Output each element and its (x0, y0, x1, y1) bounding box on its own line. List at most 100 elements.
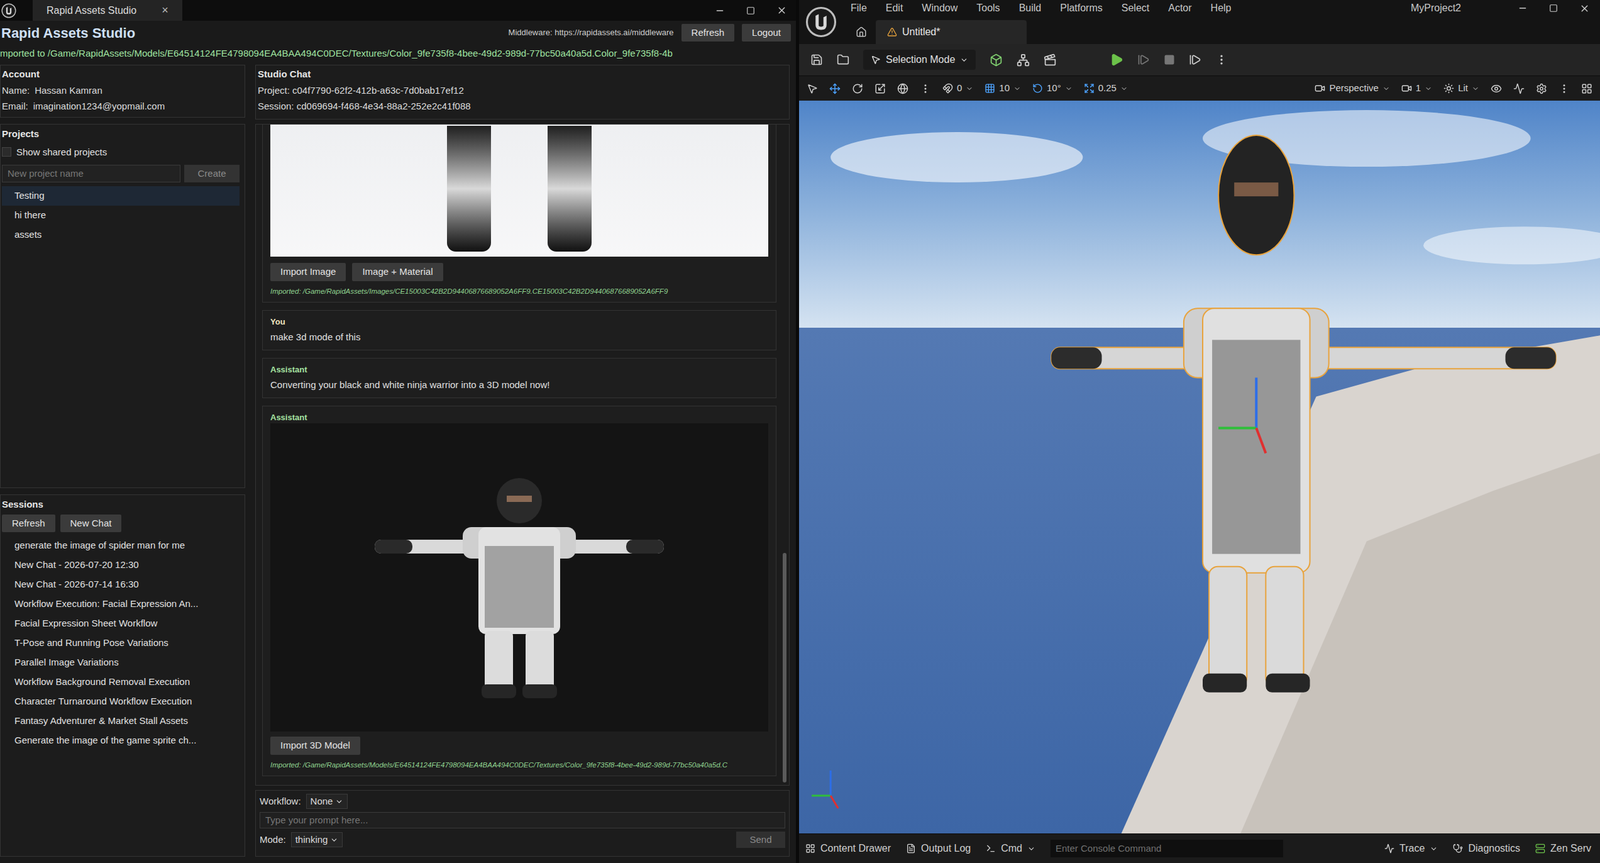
cinematics-icon[interactable] (1043, 53, 1057, 67)
unreal-editor-window: File Edit Window Tools Build Platforms Select A… (795, 0, 1600, 863)
session-item[interactable]: Fantasy Adventurer & Market Stall Assets (1, 711, 244, 731)
session-item[interactable]: generate the image of spider man for me (1, 535, 244, 556)
session-item[interactable]: Workflow Execution: Facial Expression An… (1, 594, 244, 614)
content-drawer-button[interactable]: Content Drawer (805, 840, 891, 856)
home-icon[interactable] (855, 26, 867, 38)
window-tab[interactable]: Rapid Assets Studio× (32, 0, 183, 21)
menu-item[interactable]: Actor (1168, 0, 1192, 16)
menu-item[interactable]: Build (1019, 0, 1042, 16)
project-item[interactable]: assets (1, 225, 240, 245)
new-project-input[interactable]: New project name (1, 164, 181, 183)
chat-scrollbar[interactable] (782, 126, 787, 783)
session-button[interactable]: Refresh (1, 514, 56, 533)
camera-speed[interactable]: 1 (1401, 81, 1433, 96)
session-item[interactable]: Facial Expression Sheet Workflow (1, 613, 244, 634)
menu-item[interactable]: Tools (976, 0, 1000, 16)
ninja-model-icon (355, 451, 683, 703)
trace-dropdown[interactable]: Trace (1384, 840, 1438, 856)
chevron-down-icon (330, 835, 339, 844)
selection-mode-dropdown[interactable]: Selection Mode (863, 49, 976, 70)
zen-server-button[interactable]: Zen Serv (1535, 840, 1594, 856)
project-item[interactable]: Testing (1, 186, 240, 206)
session-item[interactable]: Generate the image of the game sprite ch… (1, 730, 244, 751)
show-icon[interactable] (1490, 82, 1502, 95)
maximize-icon[interactable] (1549, 3, 1558, 13)
grid-snap[interactable]: 10 (984, 81, 1021, 96)
blueprint-icon[interactable] (1016, 53, 1030, 67)
session-item[interactable]: Parallel Image Variations (1, 652, 244, 673)
model-preview (270, 423, 769, 732)
world-space-icon[interactable] (897, 82, 909, 95)
save-icon[interactable] (810, 53, 823, 67)
close-icon[interactable] (776, 5, 788, 16)
project-name: MyProject2 (1410, 0, 1462, 16)
close-icon[interactable] (1579, 3, 1590, 14)
send-button[interactable]: Send (736, 831, 786, 848)
menu-item[interactable]: Select (1121, 0, 1150, 16)
move-tool-icon[interactable] (829, 82, 841, 95)
menu-item[interactable]: Edit (885, 0, 904, 16)
sidebar: AccountName:Hassan KamranEmail:imaginati… (0, 64, 246, 857)
menu-item[interactable]: Help (1210, 0, 1232, 16)
stop-icon[interactable] (1163, 54, 1176, 66)
session-item[interactable]: New Chat - 2026-07-14 16:30 (1, 574, 244, 595)
menu-item[interactable]: Platforms (1059, 0, 1103, 16)
session-item[interactable]: Workflow Background Removal Execution (1, 672, 244, 692)
output-log-button[interactable]: Output Log (905, 840, 971, 856)
show-shared-checkbox[interactable]: Show shared projects (1, 145, 244, 160)
header-button[interactable]: Logout (741, 23, 791, 43)
project-item[interactable]: hi there (1, 205, 240, 226)
more-icon[interactable] (1215, 53, 1228, 67)
console-input[interactable]: Enter Console Command (1050, 839, 1284, 857)
performance-icon[interactable] (1513, 82, 1525, 95)
workflow-select[interactable]: None (306, 793, 349, 809)
minimize-icon[interactable] (1517, 3, 1528, 14)
minimize-icon[interactable] (714, 5, 725, 16)
eject-icon[interactable] (1188, 53, 1202, 67)
chevron-down-icon (1471, 84, 1480, 93)
select-tool-icon[interactable] (806, 82, 818, 95)
mode-select[interactable]: thinking (291, 831, 344, 847)
view-mode[interactable]: Lit (1443, 81, 1480, 96)
generated-image (270, 124, 769, 257)
image-action-button[interactable]: Image + Material (352, 262, 443, 282)
scale-snap-icon (1083, 82, 1095, 94)
session-item[interactable]: T-Pose and Running Pose Variations (1, 633, 244, 653)
menu-item[interactable]: File (850, 0, 867, 16)
rotation-snap[interactable]: 10° (1032, 81, 1073, 96)
scale-snap[interactable]: 0.25 (1083, 81, 1128, 96)
scale-tool-icon[interactable] (874, 82, 886, 95)
rotate-tool-icon[interactable] (851, 82, 864, 95)
prompt-input[interactable]: Type your prompt here... (259, 811, 786, 828)
level-tab[interactable]: Untitled* (875, 20, 1027, 45)
browse-icon[interactable] (836, 53, 850, 67)
play-icon[interactable] (1109, 52, 1124, 67)
session-item[interactable]: Character Turnaround Workflow Execution (1, 691, 244, 712)
maximize-icon[interactable] (746, 6, 756, 16)
chat-heading: Studio Chat (257, 67, 788, 82)
create-button[interactable]: Create (184, 164, 240, 183)
import-model-button[interactable]: Import 3D Model (270, 736, 361, 755)
cmd-dropdown[interactable]: Cmd (985, 840, 1036, 856)
add-actor-icon[interactable] (989, 53, 1003, 67)
level-viewport[interactable] (799, 100, 1600, 834)
surface-snap[interactable]: 0 (942, 81, 974, 96)
view-type[interactable]: Perspective (1314, 81, 1390, 96)
desktop: Rapid Assets Studio×Rapid Assets StudioM… (0, 0, 1600, 863)
header-button[interactable]: Refresh (681, 23, 735, 43)
project-list: Testinghi thereassets (1, 186, 244, 245)
rotation-snap-icon (1032, 82, 1043, 94)
step-icon[interactable] (1137, 53, 1150, 67)
tab-close-button[interactable]: × (161, 1, 169, 19)
settings-icon[interactable] (1535, 82, 1548, 95)
unreal-logo-icon (805, 6, 837, 38)
projects-panel: ProjectsShow shared projectsNew project … (0, 123, 246, 488)
diagnostics-button[interactable]: Diagnostics (1452, 840, 1521, 856)
more-icon[interactable] (919, 82, 932, 95)
session-item[interactable]: New Chat - 2026-07-20 12:30 (1, 555, 244, 575)
session-button[interactable]: New Chat (60, 514, 122, 533)
menu-item[interactable]: Window (921, 0, 958, 16)
more-icon[interactable] (1558, 82, 1570, 95)
image-action-button[interactable]: Import Image (270, 262, 346, 282)
layout-icon[interactable] (1581, 82, 1593, 95)
